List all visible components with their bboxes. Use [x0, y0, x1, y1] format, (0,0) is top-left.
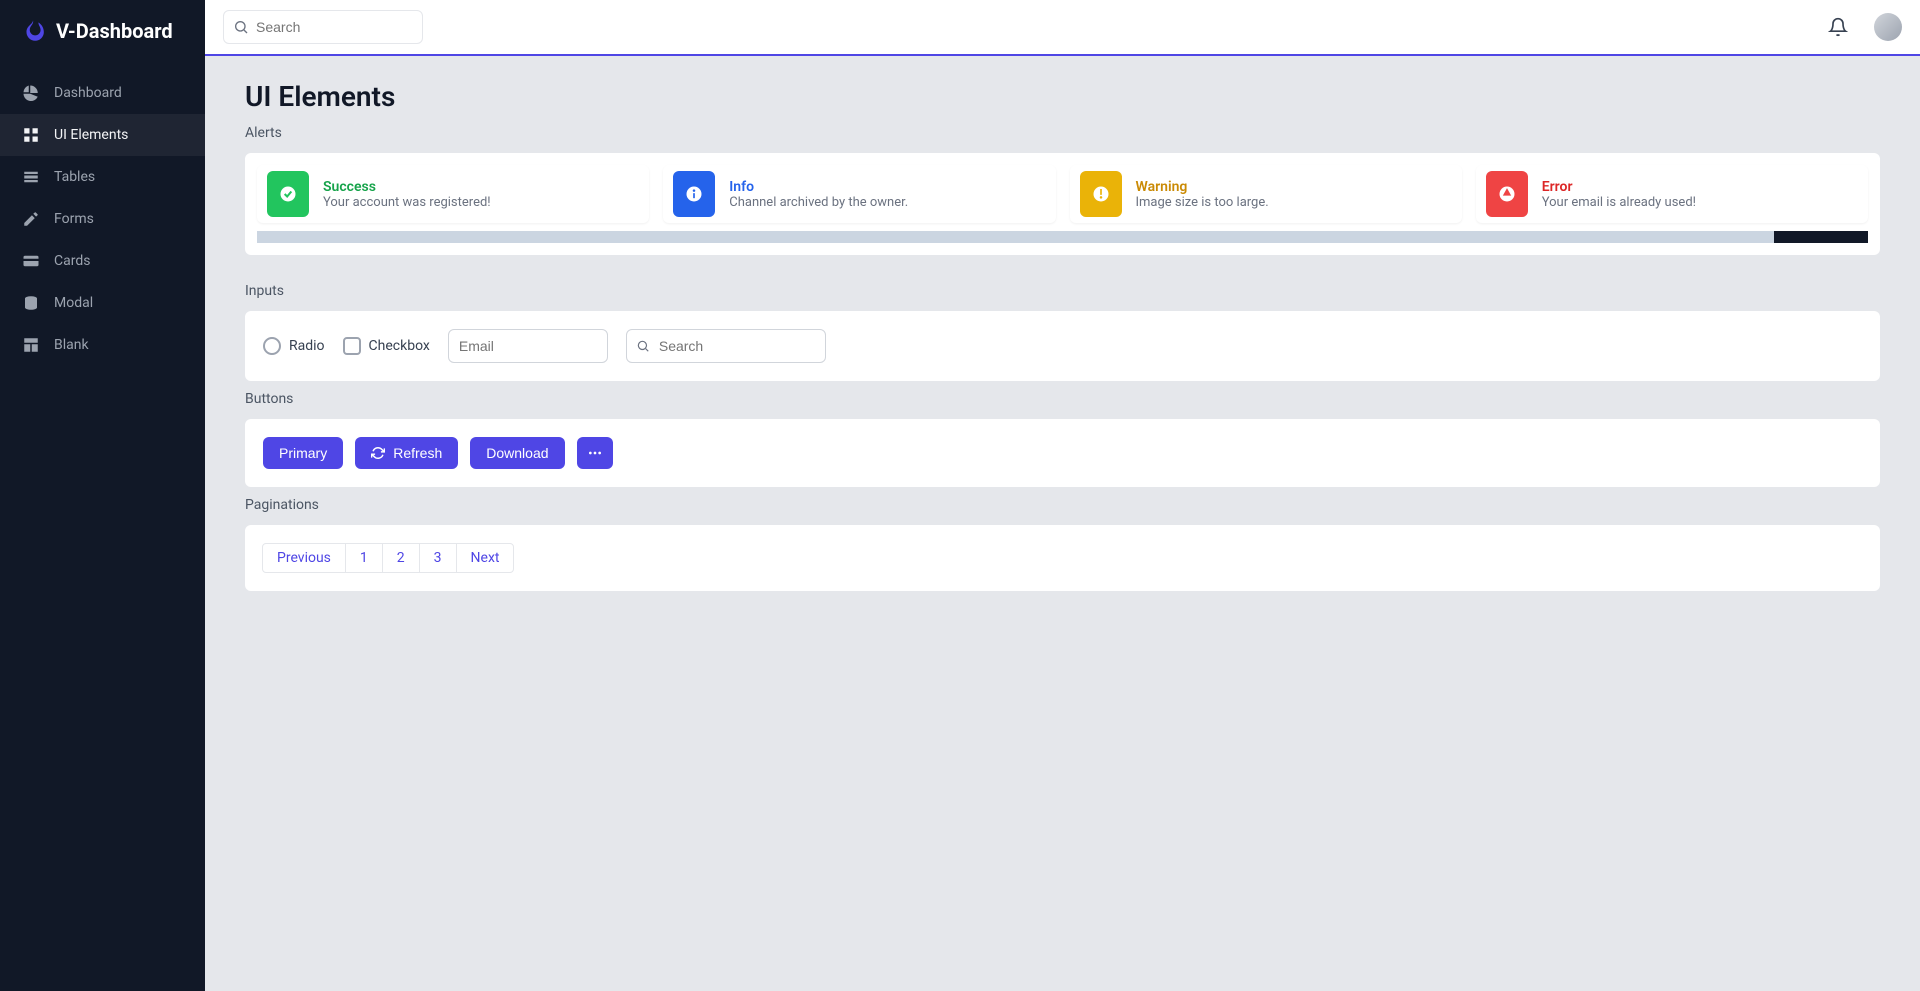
brand[interactable]: V-Dashboard: [0, 0, 205, 62]
flame-icon: [20, 18, 46, 44]
radio-icon: [263, 337, 281, 355]
sidebar-item-label: Forms: [54, 211, 94, 227]
check-circle-icon: [267, 171, 309, 217]
stack-icon: [22, 294, 40, 312]
alert-success: Success Your account was registered!: [257, 165, 649, 223]
layout-icon: [22, 336, 40, 354]
alerts-panel: Success Your account was registered! Inf…: [245, 153, 1880, 255]
pagination-page-3[interactable]: 3: [419, 543, 457, 573]
alerts-scrollbar-thumb[interactable]: [1774, 231, 1868, 243]
bell-icon[interactable]: [1828, 17, 1848, 37]
pagination-next[interactable]: Next: [456, 543, 515, 573]
sidebar-item-cards[interactable]: Cards: [0, 240, 205, 282]
checkbox-option[interactable]: Checkbox: [343, 337, 430, 355]
alerts-heading: Alerts: [245, 125, 1880, 141]
pie-chart-icon: [22, 84, 40, 102]
alert-message: Your account was registered!: [323, 195, 491, 210]
header-search-input[interactable]: [223, 10, 423, 44]
sidebar-item-ui-elements[interactable]: UI Elements: [0, 114, 205, 156]
search-icon: [636, 339, 650, 353]
alert-title: Success: [323, 179, 491, 195]
sidebar-item-tables[interactable]: Tables: [0, 156, 205, 198]
info-circle-icon: [673, 171, 715, 217]
pagination-page-2[interactable]: 2: [382, 543, 420, 573]
refresh-icon: [371, 446, 385, 460]
sidebar-item-dashboard[interactable]: Dashboard: [0, 72, 205, 114]
dots-horizontal-icon: [587, 445, 603, 461]
alert-warning: Warning Image size is too large.: [1070, 165, 1462, 223]
sidebar-item-forms[interactable]: Forms: [0, 198, 205, 240]
refresh-button[interactable]: Refresh: [355, 437, 458, 469]
topbar: [205, 0, 1920, 56]
paginations-panel: Previous 1 2 3 Next: [245, 525, 1880, 591]
warning-circle-icon: [1080, 171, 1122, 217]
inline-search: [626, 329, 826, 363]
avatar[interactable]: [1874, 13, 1902, 41]
inputs-heading: Inputs: [245, 283, 1880, 299]
inline-search-input[interactable]: [626, 329, 826, 363]
inputs-panel: Radio Checkbox: [245, 311, 1880, 381]
alert-message: Your email is already used!: [1542, 195, 1696, 210]
alert-message: Channel archived by the owner.: [729, 195, 908, 210]
table-icon: [22, 168, 40, 186]
radio-option[interactable]: Radio: [263, 337, 325, 355]
alert-title: Error: [1542, 179, 1696, 195]
sidebar-item-label: Modal: [54, 295, 93, 311]
primary-button[interactable]: Primary: [263, 437, 343, 469]
buttons-heading: Buttons: [245, 391, 1880, 407]
alerts-scrollbar-track[interactable]: [257, 231, 1868, 243]
more-button[interactable]: [577, 437, 613, 469]
edit-icon: [22, 210, 40, 228]
checkbox-icon: [343, 337, 361, 355]
alert-info: Info Channel archived by the owner.: [663, 165, 1055, 223]
buttons-panel: Primary Refresh Download: [245, 419, 1880, 487]
nav: Dashboard UI Elements Tables Forms Cards…: [0, 72, 205, 366]
sidebar-item-modal[interactable]: Modal: [0, 282, 205, 324]
sidebar-item-blank[interactable]: Blank: [0, 324, 205, 366]
pagination: Previous 1 2 3 Next: [263, 543, 514, 573]
alert-message: Image size is too large.: [1136, 195, 1269, 210]
download-button[interactable]: Download: [470, 437, 564, 469]
alert-title: Info: [729, 179, 908, 195]
sidebar: V-Dashboard Dashboard UI Elements Tables…: [0, 0, 205, 991]
refresh-button-label: Refresh: [393, 445, 442, 461]
page-title: UI Elements: [245, 80, 1880, 113]
error-circle-icon: [1486, 171, 1528, 217]
sidebar-item-label: Dashboard: [54, 85, 122, 101]
brand-text: V-Dashboard: [56, 19, 173, 43]
search-icon: [233, 19, 249, 35]
alert-title: Warning: [1136, 179, 1269, 195]
alert-error: Error Your email is already used!: [1476, 165, 1868, 223]
content: UI Elements Alerts Success Your account …: [205, 56, 1920, 991]
paginations-heading: Paginations: [245, 497, 1880, 513]
radio-label-text: Radio: [289, 338, 325, 354]
pagination-page-1[interactable]: 1: [345, 543, 383, 573]
checkbox-label-text: Checkbox: [369, 338, 430, 354]
header-search: [223, 10, 423, 44]
sidebar-item-label: Tables: [54, 169, 95, 185]
pagination-previous[interactable]: Previous: [262, 543, 346, 573]
sidebar-item-label: Cards: [54, 253, 90, 269]
email-input[interactable]: [448, 329, 608, 363]
grid-icon: [22, 126, 40, 144]
sidebar-item-label: UI Elements: [54, 127, 128, 143]
sidebar-item-label: Blank: [54, 337, 89, 353]
card-icon: [22, 252, 40, 270]
